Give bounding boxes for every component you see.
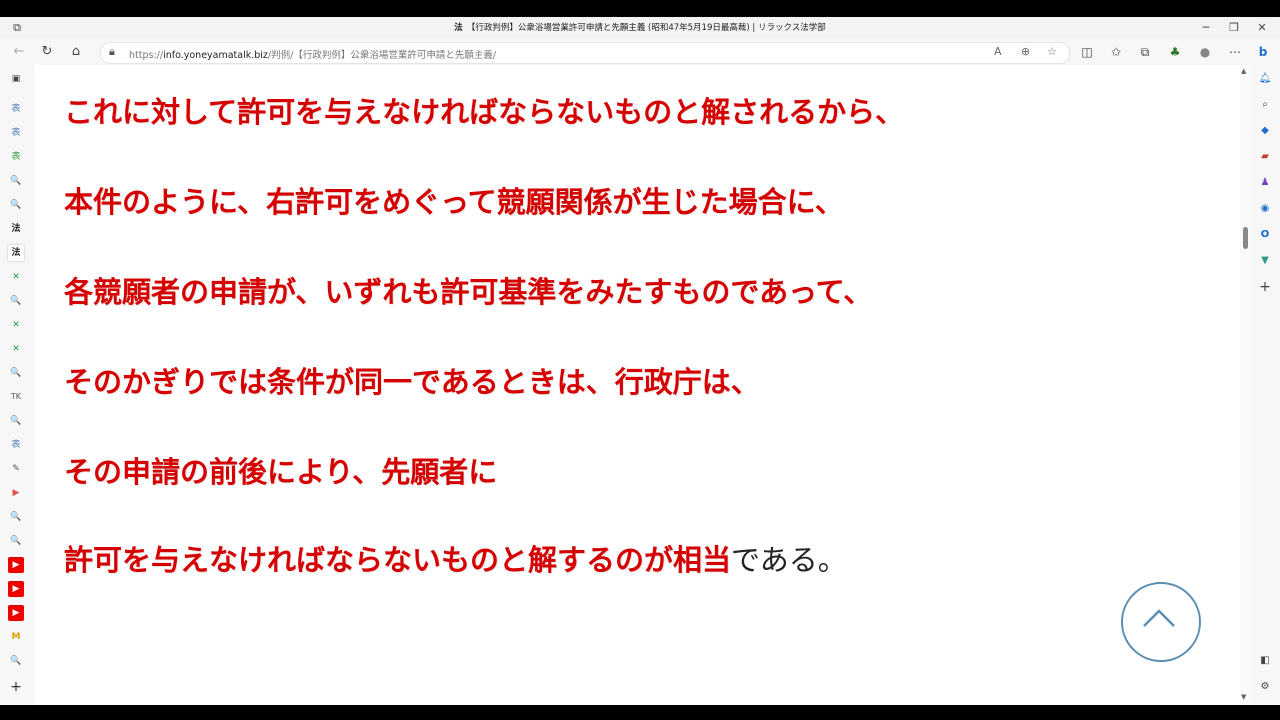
- read-aloud-icon[interactable]: A: [994, 45, 1002, 58]
- chevron-up-icon: [1143, 609, 1175, 627]
- edge-sidebar: 🔔︎ ⌕ ◆ ▰ ♟ ◉ O ▼ + ◧ ⚙: [1251, 65, 1280, 705]
- navigation-bar: ← ↻ ⌂ 🔒︎ https://info.yoneyamatalk.biz/判…: [0, 39, 1280, 65]
- tab-actions-icon[interactable]: ⧉: [9, 20, 25, 36]
- vertical-tabs-sidebar: ▣ 表 表 表 🔍 🔍 法 法 ✕ 🔍 ✕ ✕ 🔍 TK 🔍 表 ✎ ▶ 🔍 🔍…: [0, 65, 34, 705]
- split-screen-icon[interactable]: ◫: [1078, 43, 1096, 61]
- sidebar-tab-icon[interactable]: 表: [8, 437, 24, 453]
- favorites-icon[interactable]: ✩: [1107, 43, 1125, 61]
- sidebar-tab-icon[interactable]: TK: [8, 389, 24, 405]
- sidebar-tab-icon[interactable]: 法: [8, 221, 24, 237]
- sidebar-tab-icon[interactable]: M: [8, 629, 24, 645]
- sidebar-tab-icon[interactable]: ✕: [8, 269, 24, 285]
- address-bar[interactable]: 🔒︎ https://info.yoneyamatalk.biz/判例/【行政判…: [100, 42, 1070, 64]
- office-icon[interactable]: ◉: [1257, 201, 1273, 217]
- favorite-star-icon[interactable]: ☆: [1047, 45, 1057, 58]
- article-line: 本件のように、右許可をめぐって競願関係が生じた場合に、: [64, 185, 844, 219]
- sidebar-tab-icon[interactable]: 🔍: [8, 653, 24, 669]
- scrollbar-thumb[interactable]: [1243, 227, 1248, 249]
- sidebar-tab-icon[interactable]: 表: [8, 149, 24, 165]
- scroll-to-top-button[interactable]: [1121, 582, 1201, 662]
- sidebar-tab-icon[interactable]: ▶: [8, 557, 24, 573]
- minimize-icon[interactable]: ─: [1198, 20, 1214, 36]
- tools-briefcase-icon[interactable]: ▰: [1257, 149, 1273, 165]
- outlook-icon[interactable]: O: [1257, 227, 1273, 243]
- site-favicon: 法: [454, 23, 463, 33]
- window-title: 法【行政判例】公衆浴場営業許可申請と先願主義 (昭和47年5月19日最高裁) |…: [360, 21, 920, 33]
- copilot-icon[interactable]: b: [1254, 43, 1272, 61]
- sidebar-tab-icon[interactable]: 表: [8, 101, 24, 117]
- refresh-icon[interactable]: ↻: [38, 43, 56, 61]
- scroll-down-arrow-icon[interactable]: ▼: [1241, 693, 1246, 701]
- search-icon[interactable]: ⌕: [1257, 97, 1273, 113]
- games-icon[interactable]: ♟: [1257, 175, 1273, 191]
- add-sidebar-app-icon[interactable]: +: [1257, 279, 1273, 295]
- page-content: これに対して許可を与えなければならないものと解されるから、 本件のように、右許可…: [34, 65, 1240, 705]
- article-line: その申請の前後により、先願者に: [64, 455, 498, 489]
- sidebar-tab-icon[interactable]: ▶: [8, 581, 24, 597]
- sidebar-tab-icon[interactable]: 🔍: [8, 509, 24, 525]
- article-line-final: 許可を与えなければならないものと解するのが相当である。: [64, 537, 847, 579]
- page-scrollbar[interactable]: ▲ ▼: [1240, 65, 1251, 705]
- window-title-text: 【行政判例】公衆浴場営業許可申請と先願主義 (昭和47年5月19日最高裁) | …: [466, 23, 826, 33]
- article-line: そのかぎりでは条件が同一であるときは、行政庁は、: [64, 365, 760, 399]
- sidebar-tab-icon[interactable]: 🔍: [8, 173, 24, 189]
- tab-panel-icon[interactable]: ▣: [8, 71, 24, 87]
- extension-icon[interactable]: ♣: [1166, 43, 1184, 61]
- sidebar-tab-icon[interactable]: 🔍: [8, 413, 24, 429]
- sidebar-tab-icon[interactable]: 🔍: [8, 533, 24, 549]
- sidebar-toggle-icon[interactable]: ◧: [1257, 653, 1273, 669]
- article-line-tail: である。: [731, 543, 847, 577]
- home-icon[interactable]: ⌂: [67, 43, 85, 61]
- zoom-icon[interactable]: ⊕: [1021, 45, 1030, 58]
- scroll-up-arrow-icon[interactable]: ▲: [1241, 67, 1246, 75]
- article-line-emphasis: 許可を与えなければならないものと解するのが相当: [64, 543, 732, 577]
- shopping-tag-icon[interactable]: ◆: [1257, 123, 1273, 139]
- title-bar: ⧉ 法【行政判例】公衆浴場営業許可申請と先願主義 (昭和47年5月19日最高裁)…: [0, 17, 1280, 39]
- back-arrow-icon[interactable]: ←: [10, 43, 28, 61]
- sidebar-tab-icon[interactable]: ✎: [8, 461, 24, 477]
- browser-window: ⧉ 法【行政判例】公衆浴場営業許可申請と先願主義 (昭和47年5月19日最高裁)…: [0, 17, 1280, 705]
- more-menu-icon[interactable]: ⋯: [1226, 43, 1244, 61]
- article-line: これに対して許可を与えなければならないものと解されるから、: [64, 95, 905, 129]
- article-line: 各競願者の申請が、いずれも許可基準をみたすものであって、: [64, 275, 873, 309]
- sidebar-tab-icon[interactable]: ▶: [8, 485, 24, 501]
- bell-icon[interactable]: 🔔︎: [1257, 71, 1273, 87]
- profile-avatar[interactable]: ●: [1196, 43, 1214, 61]
- settings-gear-icon[interactable]: ⚙: [1257, 679, 1273, 695]
- sidebar-tab-icon[interactable]: 🔍: [8, 293, 24, 309]
- sidebar-tab-icon[interactable]: ✕: [8, 341, 24, 357]
- sidebar-tab-icon[interactable]: ✕: [8, 317, 24, 333]
- sidebar-tab-icon[interactable]: 🔍: [8, 197, 24, 213]
- url-text[interactable]: https://info.yoneyamatalk.biz/判例/【行政判例】公…: [129, 47, 496, 61]
- sidebar-tab-active[interactable]: 法: [8, 245, 24, 261]
- sidebar-tab-icon[interactable]: 表: [8, 125, 24, 141]
- lock-icon[interactable]: 🔒︎: [109, 45, 115, 59]
- new-tab-plus-icon[interactable]: +: [8, 679, 24, 695]
- sidebar-tab-icon[interactable]: 🔍: [8, 365, 24, 381]
- restore-icon[interactable]: ❐: [1226, 20, 1242, 36]
- sidebar-tab-icon[interactable]: ▶: [8, 605, 24, 621]
- close-icon[interactable]: ✕: [1254, 20, 1270, 36]
- drop-icon[interactable]: ▼: [1257, 253, 1273, 269]
- collections-icon[interactable]: ⧉: [1136, 43, 1154, 61]
